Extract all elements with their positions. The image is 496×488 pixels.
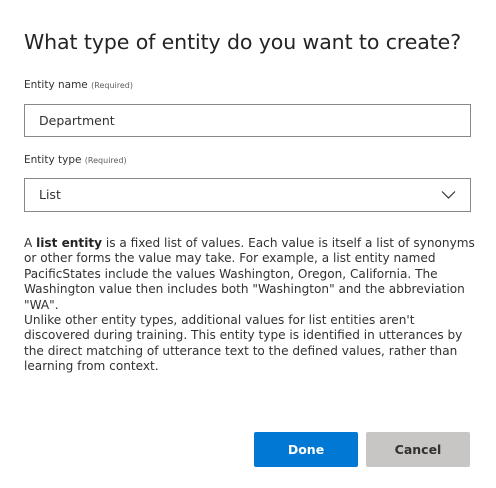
- done-button[interactable]: Done: [254, 432, 358, 467]
- entity-type-required-tag: (Required): [84, 156, 127, 165]
- chevron-down-icon: [441, 191, 456, 199]
- entity-name-input[interactable]: [24, 104, 471, 137]
- description-prefix: A: [24, 236, 37, 250]
- entity-name-required-tag: (Required): [91, 81, 133, 90]
- cancel-button[interactable]: Cancel: [366, 432, 470, 467]
- description-paragraph-2: Unlike other entity types, additional va…: [24, 313, 463, 374]
- entity-name-label-text: Entity name: [24, 79, 88, 91]
- entity-type-dropdown[interactable]: List: [24, 178, 471, 212]
- description-bold-term: list entity: [36, 236, 103, 250]
- entity-type-selected-value: List: [39, 187, 61, 202]
- entity-name-label: Entity name (Required): [24, 79, 133, 91]
- entity-type-label: Entity type (Required): [24, 154, 127, 166]
- dialog-title: What type of entity do you want to creat…: [24, 30, 461, 54]
- entity-description: A list entity is a fixed list of values.…: [24, 236, 482, 375]
- entity-type-label-text: Entity type: [24, 154, 82, 166]
- description-paragraph-1: A list entity is a fixed list of values.…: [24, 236, 482, 313]
